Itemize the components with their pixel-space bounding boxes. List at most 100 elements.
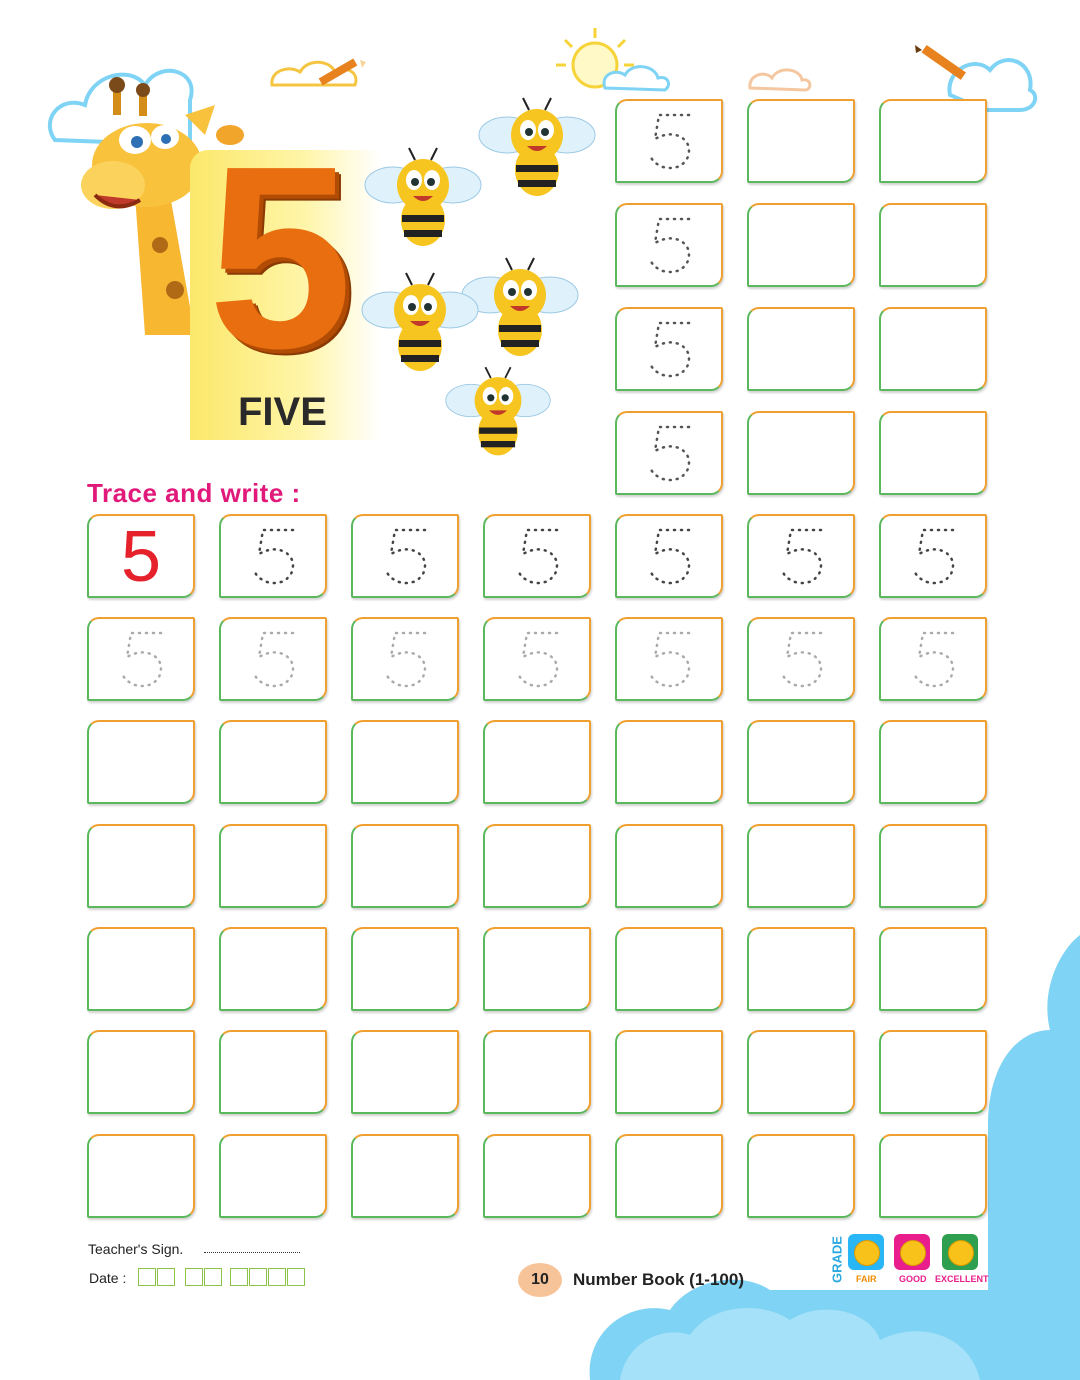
- write-box[interactable]: [747, 203, 855, 287]
- write-box[interactable]: [747, 1134, 855, 1218]
- write-box[interactable]: [879, 824, 987, 908]
- dotted-five-icon: [517, 528, 559, 585]
- book-title: Number Book (1-100): [573, 1270, 744, 1289]
- write-box[interactable]: [747, 824, 855, 908]
- dotted-five-icon: [913, 528, 955, 585]
- bees-illustration: [361, 97, 596, 457]
- trace-box[interactable]: [879, 617, 987, 701]
- write-box[interactable]: [747, 720, 855, 804]
- dotted-five-icon: [649, 631, 691, 688]
- write-box[interactable]: [351, 927, 459, 1011]
- write-box[interactable]: [87, 1134, 195, 1218]
- grade-fair-label: FAIR: [856, 1274, 877, 1284]
- trace-box[interactable]: [219, 514, 327, 598]
- write-box[interactable]: [879, 203, 987, 287]
- write-box[interactable]: [615, 1134, 723, 1218]
- bee-icon: [478, 97, 596, 197]
- write-box[interactable]: [351, 720, 459, 804]
- dotted-five-icon: [517, 631, 559, 688]
- write-box[interactable]: [747, 1030, 855, 1114]
- trace-box[interactable]: [615, 514, 723, 598]
- write-box[interactable]: [351, 1134, 459, 1218]
- grade-excellent-label: EXCELLENT: [935, 1274, 989, 1284]
- write-box[interactable]: [219, 720, 327, 804]
- write-box[interactable]: [747, 411, 855, 495]
- dotted-five-icon: [649, 425, 691, 482]
- teacher-sign-line[interactable]: [204, 1252, 300, 1253]
- trace-box[interactable]: [615, 411, 723, 495]
- trace-box[interactable]: [483, 514, 591, 598]
- trace-box[interactable]: [615, 203, 723, 287]
- face-icon: [948, 1240, 974, 1266]
- dotted-five-icon: [385, 631, 427, 688]
- write-box[interactable]: [879, 1134, 987, 1218]
- write-box[interactable]: [879, 927, 987, 1011]
- write-box[interactable]: [483, 720, 591, 804]
- write-box[interactable]: [351, 824, 459, 908]
- trace-box[interactable]: [747, 617, 855, 701]
- trace-box[interactable]: [615, 617, 723, 701]
- bee-icon: [444, 366, 552, 457]
- write-box[interactable]: [615, 1030, 723, 1114]
- trace-box[interactable]: [351, 617, 459, 701]
- grade-excellent-button[interactable]: [942, 1234, 978, 1270]
- dotted-five-icon: [121, 631, 163, 688]
- grade-vertical-label: GRADE: [829, 1236, 845, 1283]
- dotted-five-icon: [781, 631, 823, 688]
- write-box[interactable]: [219, 824, 327, 908]
- model-digit-box[interactable]: 5: [87, 514, 195, 598]
- write-box[interactable]: [879, 1030, 987, 1114]
- instruction-heading: Trace and write :: [87, 478, 301, 508]
- grade-fair-button[interactable]: [848, 1234, 884, 1270]
- write-box[interactable]: [879, 99, 987, 183]
- write-box[interactable]: [615, 720, 723, 804]
- dotted-five-icon: [913, 631, 955, 688]
- model-digit: 5: [120, 517, 162, 597]
- write-box[interactable]: [219, 927, 327, 1011]
- teacher-sign-label: Teacher's Sign.: [88, 1241, 184, 1257]
- trace-box[interactable]: [747, 514, 855, 598]
- write-box[interactable]: [87, 1030, 195, 1114]
- trace-box[interactable]: [351, 514, 459, 598]
- dotted-five-icon: [649, 528, 691, 585]
- write-box[interactable]: [615, 927, 723, 1011]
- dotted-five-icon: [385, 528, 427, 585]
- dotted-five-icon: [253, 528, 295, 585]
- big-number: 5: [208, 113, 353, 403]
- bee-icon: [364, 147, 482, 247]
- bee-icon: [361, 272, 479, 372]
- face-icon: [854, 1240, 880, 1266]
- write-box[interactable]: [483, 1134, 591, 1218]
- page-number: 10: [518, 1263, 562, 1297]
- grade-good-label: GOOD: [899, 1274, 927, 1284]
- write-box[interactable]: [747, 927, 855, 1011]
- write-box[interactable]: [879, 307, 987, 391]
- face-icon: [900, 1240, 926, 1266]
- cloud-icon: [748, 68, 812, 92]
- write-box[interactable]: [219, 1134, 327, 1218]
- trace-box[interactable]: [87, 617, 195, 701]
- write-box[interactable]: [351, 1030, 459, 1114]
- write-box[interactable]: [87, 824, 195, 908]
- write-box[interactable]: [747, 99, 855, 183]
- write-box[interactable]: [483, 927, 591, 1011]
- write-box[interactable]: [87, 720, 195, 804]
- write-box[interactable]: [219, 1030, 327, 1114]
- write-box[interactable]: [483, 824, 591, 908]
- grade-good-button[interactable]: [894, 1234, 930, 1270]
- trace-box[interactable]: [615, 99, 723, 183]
- write-box[interactable]: [87, 927, 195, 1011]
- bee-icon: [461, 257, 579, 357]
- write-box[interactable]: [615, 824, 723, 908]
- trace-box[interactable]: [483, 617, 591, 701]
- write-box[interactable]: [879, 720, 987, 804]
- pencil-icon: [915, 44, 966, 80]
- write-box[interactable]: [747, 307, 855, 391]
- dotted-five-icon: [649, 321, 691, 378]
- trace-box[interactable]: [219, 617, 327, 701]
- dotted-five-icon: [649, 113, 691, 170]
- trace-box[interactable]: [615, 307, 723, 391]
- write-box[interactable]: [483, 1030, 591, 1114]
- trace-box[interactable]: [879, 514, 987, 598]
- write-box[interactable]: [879, 411, 987, 495]
